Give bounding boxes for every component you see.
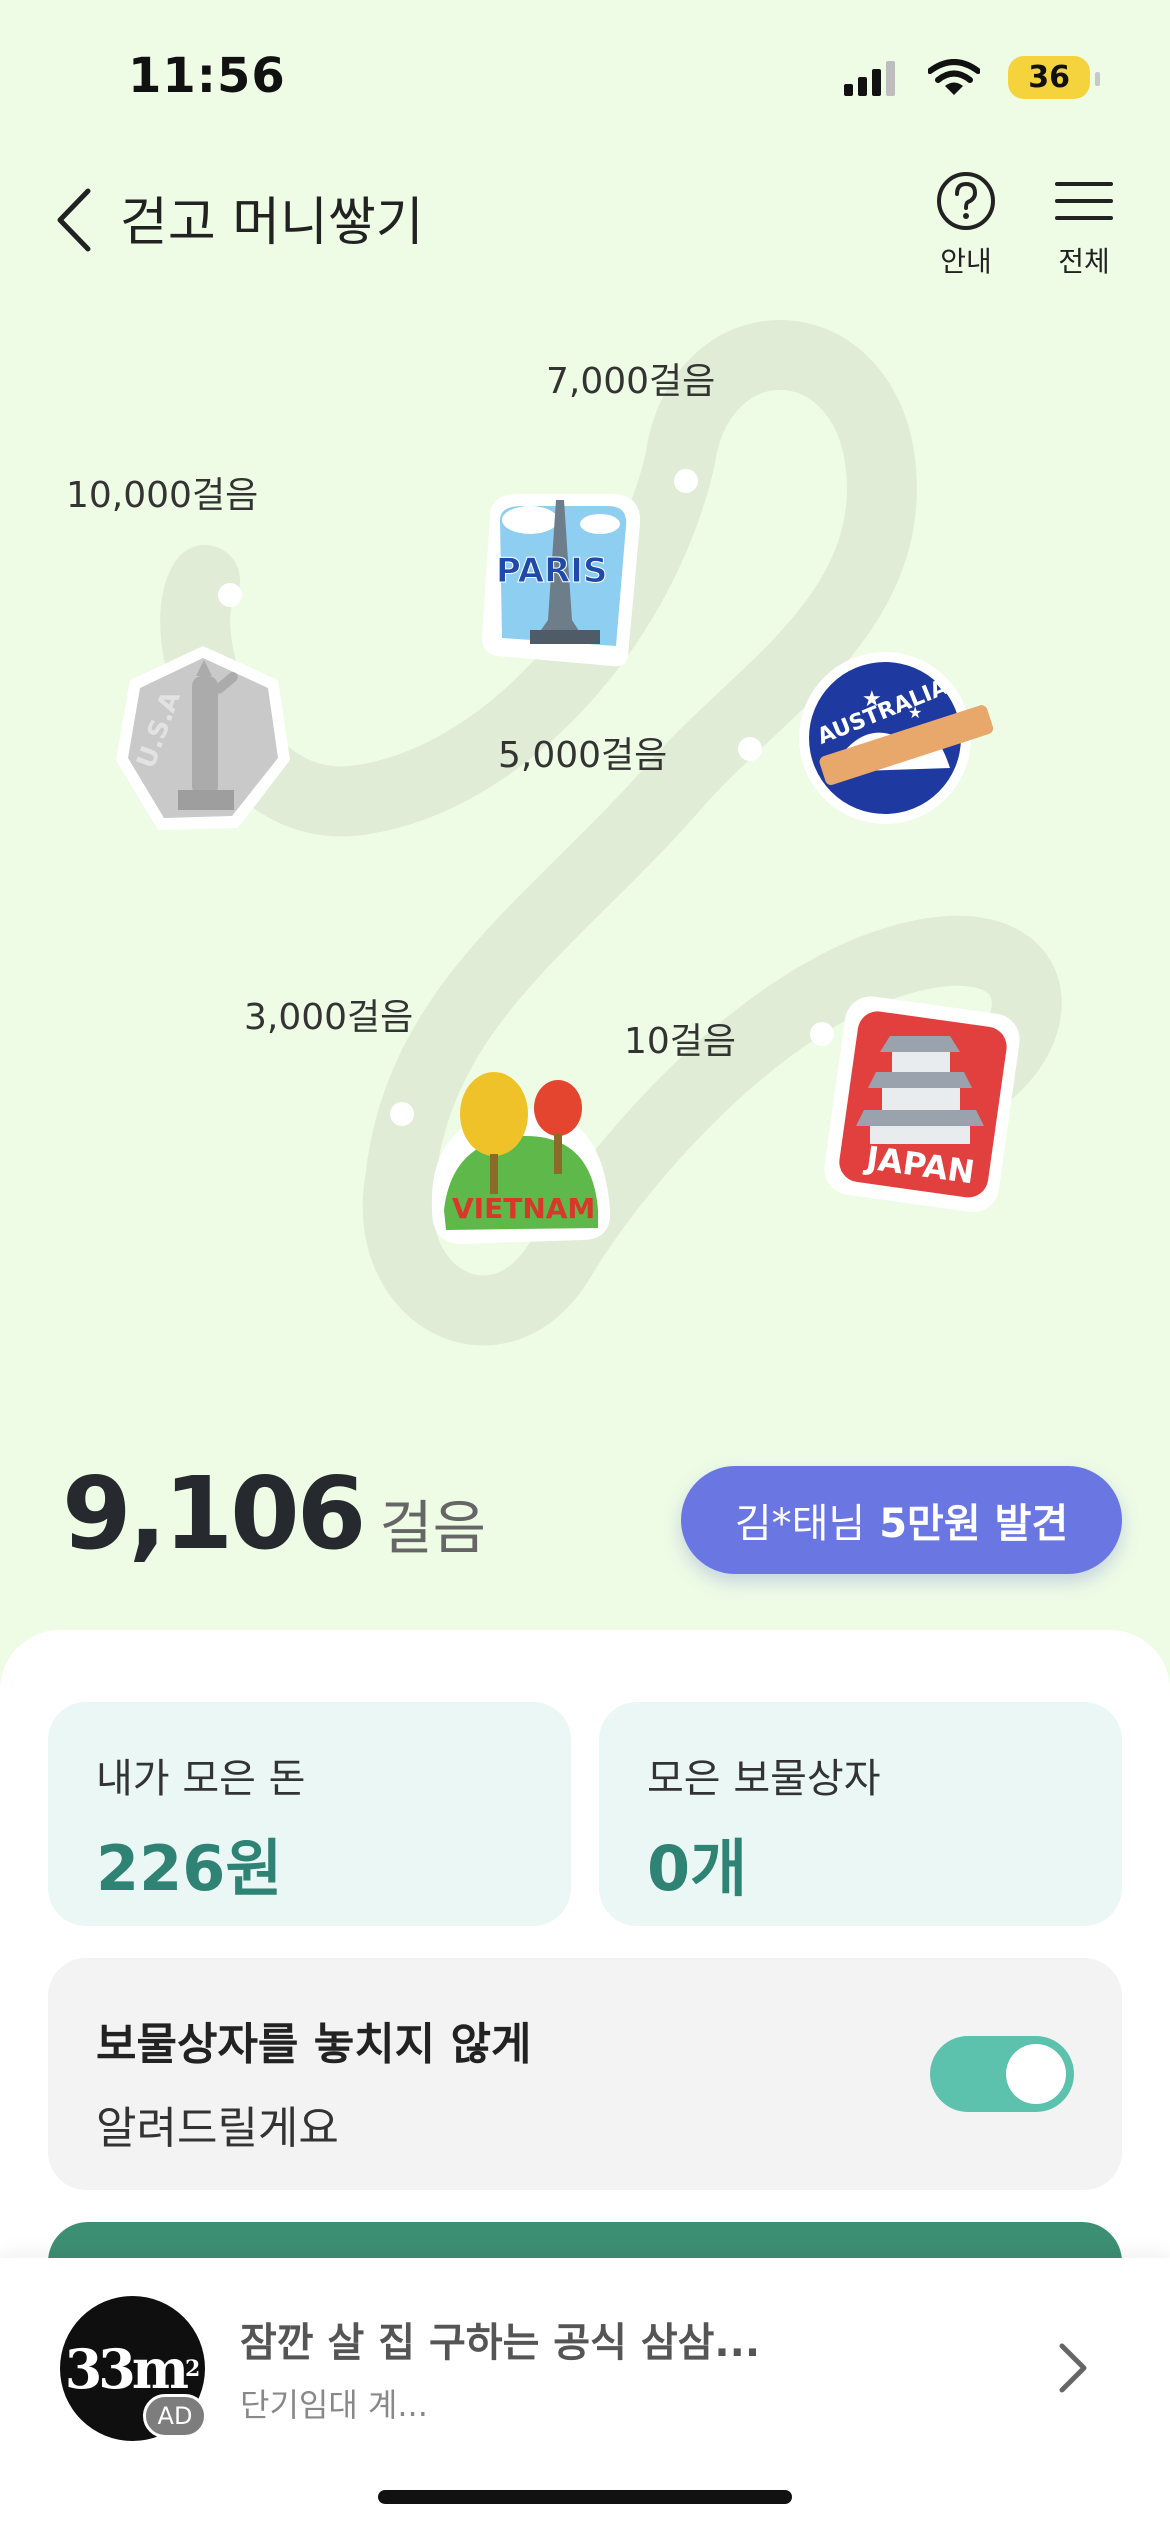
menu-button[interactable]: 전체 [1044,170,1124,280]
ad-subtitle: 단기임대 계... [240,2386,428,2424]
paris-sticker-text: PARIS [496,551,607,591]
usa-sticker-icon[interactable]: U.S.A [108,640,298,840]
money-label: 내가 모은 돈 [96,1756,306,1802]
status-time: 11:56 [128,48,286,104]
treasure-box-label: 모은 보물상자 [647,1756,881,1802]
japan-sticker-icon[interactable]: JAPAN [820,996,1020,1216]
found-banner-name: 김*태님 [734,1501,866,1547]
toggle-knob [1006,2044,1066,2104]
vietnam-sticker-text: VIETNAM [452,1192,595,1225]
ad-badge: AD [143,2394,207,2438]
ad-logo-sup: 2 [184,2355,201,2382]
milestone-label-7000: 7,000걸음 [546,361,716,402]
hamburger-menu-icon [1055,182,1113,220]
milestone-label-10: 10걸음 [624,1021,737,1062]
money-card[interactable]: 내가 모은 돈 226원 [48,1702,571,1926]
ad-title: 잠깐 살 집 구하는 공식 삼삼... [240,2320,761,2366]
treasure-box-value: 0개 [647,1832,748,1905]
notification-card: 보물상자를 놓치지 않게 알려드릴게요 [48,1958,1122,2190]
found-banner[interactable]: 김*태님 5만원 발견 [681,1466,1122,1574]
ad-logo-text: 33m [64,2336,189,2401]
milestone-label-5000: 5,000걸음 [498,735,668,776]
guide-label: 안내 [940,245,992,278]
cellular-signal-icon [844,60,896,96]
step-count-unit: 걸음 [379,1494,487,1562]
chevron-right-icon[interactable] [1052,2338,1092,2398]
found-banner-amount: 5만원 발견 [879,1501,1069,1547]
nav-actions: 안내 전체 [926,170,1124,280]
notification-subtitle: 알려드릴게요 [96,2103,339,2154]
milestone-label-3000: 3,000걸음 [244,997,414,1038]
back-button[interactable] [44,180,104,260]
wifi-icon [928,58,981,95]
step-count: 9,106 걸음 [62,1455,486,1572]
australia-sticker-icon[interactable]: ★ ★ AUSTRALIA [790,648,1000,838]
paris-sticker-icon[interactable]: PARIS [460,480,660,680]
money-value: 226원 [96,1832,283,1905]
notification-toggle[interactable] [930,2036,1074,2112]
battery-indicator: 36 [1008,56,1100,99]
home-indicator [378,2490,792,2504]
milestone-label-10000: 10,000걸음 [66,475,259,516]
vietnam-sticker-icon[interactable]: VIETNAM [422,1060,622,1260]
question-circle-icon [937,172,995,230]
status-bar: 11:56 36 [0,0,1170,150]
nav-bar: 걷고 머니쌓기 안내 전체 [0,150,1170,280]
step-map: 7,000걸음 10,000걸음 5,000걸음 3,000걸음 10걸음 U.… [0,300,1170,1400]
status-icons: 36 [844,56,1100,99]
menu-label: 전체 [1058,245,1110,278]
chevron-left-icon [57,188,91,252]
guide-button[interactable]: 안내 [926,170,1006,280]
page-title: 걷고 머니쌓기 [120,193,424,253]
notification-title: 보물상자를 놓치지 않게 [96,2019,532,2070]
treasure-box-card[interactable]: 모은 보물상자 0개 [599,1702,1122,1926]
step-count-value: 9,106 [62,1455,366,1572]
